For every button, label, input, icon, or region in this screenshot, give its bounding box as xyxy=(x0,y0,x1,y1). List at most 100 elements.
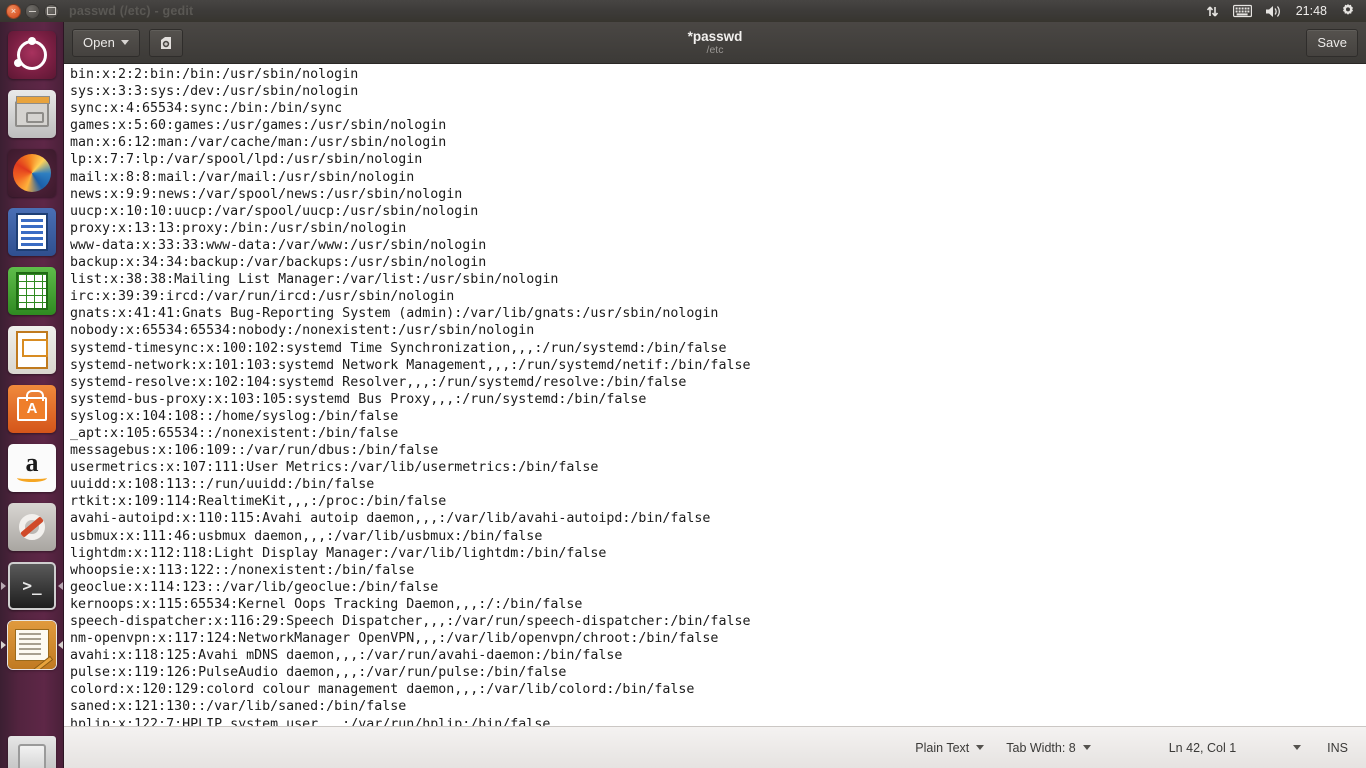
file-contents[interactable]: bin:x:2:2:bin:/bin:/usr/sbin/nologin sys:… xyxy=(64,64,1366,726)
document-title-area: *passwd /etc xyxy=(64,22,1366,64)
system-settings-icon[interactable] xyxy=(8,502,56,551)
status-bar: Plain Text Tab Width: 8 Ln 42, Col 1 INS xyxy=(64,726,1366,768)
launcher-item-libreoffice-writer[interactable] xyxy=(0,202,64,261)
language-selector[interactable]: Plain Text xyxy=(915,740,985,755)
libreoffice-calc-icon[interactable] xyxy=(8,266,56,315)
close-window-button[interactable]: × xyxy=(6,3,21,19)
chevron-down-icon xyxy=(1082,745,1091,750)
launcher-item-terminal[interactable]: >_ xyxy=(0,556,64,615)
gear-icon[interactable] xyxy=(1340,3,1356,19)
launcher-item-ubuntu-dash[interactable] xyxy=(0,25,64,84)
keyboard-icon[interactable] xyxy=(1232,4,1252,18)
running-indicator-left xyxy=(1,640,6,649)
launcher-item-libreoffice-impress[interactable] xyxy=(0,320,64,379)
code-line: uucp:x:10:10:uucp:/var/spool/uucp:/usr/s… xyxy=(70,203,479,219)
cursor-position-label: Ln 42, Col 1 xyxy=(1168,740,1237,755)
files-icon[interactable] xyxy=(8,89,56,138)
system-tray: 21:48 xyxy=(1205,3,1366,19)
code-line: kernoops:x:115:65534:Kernel Oops Trackin… xyxy=(70,596,583,612)
launcher-item-firefox[interactable] xyxy=(0,143,64,202)
new-document-button[interactable] xyxy=(148,28,183,57)
launcher-item-gedit[interactable] xyxy=(0,615,64,674)
screen: × passwd (/etc) - gedit 21:48 A a >_ Ope… xyxy=(0,0,1366,768)
language-label: Plain Text xyxy=(915,740,970,755)
code-line: sys:x:3:3:sys:/dev:/usr/sbin/nologin xyxy=(70,84,359,100)
window-controls: × xyxy=(0,3,59,19)
new-document-icon xyxy=(160,36,171,49)
open-button-label: Open xyxy=(83,35,115,50)
save-button[interactable]: Save xyxy=(1306,28,1358,57)
code-line: hplip:x:122:7:HPLIP system user,,,:/var/… xyxy=(70,716,551,726)
gedit-icon[interactable] xyxy=(8,620,56,669)
text-editor-area[interactable]: bin:x:2:2:bin:/bin:/usr/sbin/nologin sys:… xyxy=(64,64,1366,726)
launcher-item-files[interactable] xyxy=(0,84,64,143)
code-line: lp:x:7:7:lp:/var/spool/lpd:/usr/sbin/nol… xyxy=(70,152,423,168)
maximize-window-button[interactable] xyxy=(44,3,59,19)
code-line: sync:x:4:65534:sync:/bin:/bin/sync xyxy=(70,101,343,117)
open-button[interactable]: Open xyxy=(72,28,140,57)
code-line: mail:x:8:8:mail:/var/mail:/usr/sbin/nolo… xyxy=(70,169,415,185)
top-panel: × passwd (/etc) - gedit 21:48 xyxy=(0,0,1366,22)
ubuntu-dash-icon[interactable] xyxy=(8,30,56,79)
code-line: speech-dispatcher:x:116:29:Speech Dispat… xyxy=(70,614,751,629)
network-updown-icon[interactable] xyxy=(1205,4,1220,19)
firefox-icon[interactable] xyxy=(8,148,56,197)
tab-width-label: Tab Width: 8 xyxy=(1006,740,1076,755)
code-line: gnats:x:41:41:Gnats Bug-Reporting System… xyxy=(70,306,719,322)
code-line: games:x:5:60:games:/usr/games:/usr/sbin/… xyxy=(70,118,447,134)
gedit-window: Open *passwd /etc Save bin:x:2:2:bin:/bi… xyxy=(64,22,1366,768)
code-line: nm-openvpn:x:117:124:NetworkManager Open… xyxy=(70,631,719,647)
cursor-position-selector[interactable]: Ln 42, Col 1 xyxy=(1168,740,1302,755)
chevron-down-icon xyxy=(976,745,985,750)
insert-mode-indicator[interactable]: INS xyxy=(1327,741,1348,755)
launcher-item-ubuntu-software[interactable]: A xyxy=(0,379,64,438)
code-line: systemd-network:x:101:103:systemd Networ… xyxy=(70,357,751,373)
launcher-item-amazon[interactable]: a xyxy=(0,438,64,497)
running-indicator-right xyxy=(58,581,63,590)
libreoffice-impress-icon[interactable] xyxy=(8,325,56,374)
code-line: avahi-autoipd:x:110:115:Avahi autoip dae… xyxy=(70,511,711,527)
code-line: avahi:x:118:125:Avahi mDNS daemon,,,:/va… xyxy=(70,648,623,664)
code-line: saned:x:121:130::/var/lib/saned:/bin/fal… xyxy=(70,699,407,715)
libreoffice-writer-icon[interactable] xyxy=(8,207,56,256)
code-line: systemd-timesync:x:100:102:systemd Time … xyxy=(70,340,727,356)
code-line: list:x:38:38:Mailing List Manager:/var/l… xyxy=(70,272,559,288)
code-line: news:x:9:9:news:/var/spool/news:/usr/sbi… xyxy=(70,186,463,202)
code-line: _apt:x:105:65534::/nonexistent:/bin/fals… xyxy=(70,425,399,441)
chevron-down-icon xyxy=(120,40,129,45)
unity-launcher: A a >_ xyxy=(0,22,64,768)
code-line: uuidd:x:108:113::/run/uuidd:/bin/false xyxy=(70,477,375,493)
trash-icon[interactable] xyxy=(8,735,56,768)
document-path: /etc xyxy=(706,43,724,56)
code-line: usbmux:x:111:46:usbmux daemon,,,:/var/li… xyxy=(70,528,543,544)
code-line: systemd-bus-proxy:x:103:105:systemd Bus … xyxy=(70,391,647,407)
code-line: systemd-resolve:x:102:104:systemd Resolv… xyxy=(70,374,687,390)
focused-indicator-right xyxy=(58,640,63,649)
ubuntu-software-icon[interactable]: A xyxy=(8,384,56,433)
code-line: messagebus:x:106:109::/var/run/dbus:/bin… xyxy=(70,443,439,459)
code-line: whoopsie:x:113:122::/nonexistent:/bin/fa… xyxy=(70,562,415,578)
launcher-item-trash[interactable] xyxy=(0,730,64,768)
gedit-headerbar: Open *passwd /etc Save xyxy=(64,22,1366,64)
launcher-item-system-settings[interactable] xyxy=(0,497,64,556)
tab-width-selector[interactable]: Tab Width: 8 xyxy=(1006,740,1091,755)
document-title: *passwd xyxy=(687,28,743,44)
code-line: man:x:6:12:man:/var/cache/man:/usr/sbin/… xyxy=(70,135,447,151)
terminal-icon[interactable]: >_ xyxy=(8,561,56,610)
insert-mode-label: INS xyxy=(1327,740,1348,755)
chevron-down-icon xyxy=(1293,745,1302,750)
code-line: backup:x:34:34:backup:/var/backups:/usr/… xyxy=(70,255,487,271)
volume-icon[interactable] xyxy=(1265,4,1283,19)
save-button-label: Save xyxy=(1317,35,1347,50)
minimize-window-button[interactable] xyxy=(25,3,40,19)
code-line: usermetrics:x:107:111:User Metrics:/var/… xyxy=(70,460,599,476)
code-line: irc:x:39:39:ircd:/var/run/ircd:/usr/sbin… xyxy=(70,289,455,305)
amazon-icon[interactable]: a xyxy=(8,443,56,492)
code-line: lightdm:x:112:118:Light Display Manager:… xyxy=(70,545,607,561)
code-line: pulse:x:119:126:PulseAudio daemon,,,:/va… xyxy=(70,665,567,681)
window-title: passwd (/etc) - gedit xyxy=(69,4,194,18)
code-line: geoclue:x:114:123::/var/lib/geoclue:/bin… xyxy=(70,579,439,595)
launcher-item-libreoffice-calc[interactable] xyxy=(0,261,64,320)
code-line: bin:x:2:2:bin:/bin:/usr/sbin/nologin xyxy=(70,67,359,82)
clock[interactable]: 21:48 xyxy=(1296,4,1327,18)
